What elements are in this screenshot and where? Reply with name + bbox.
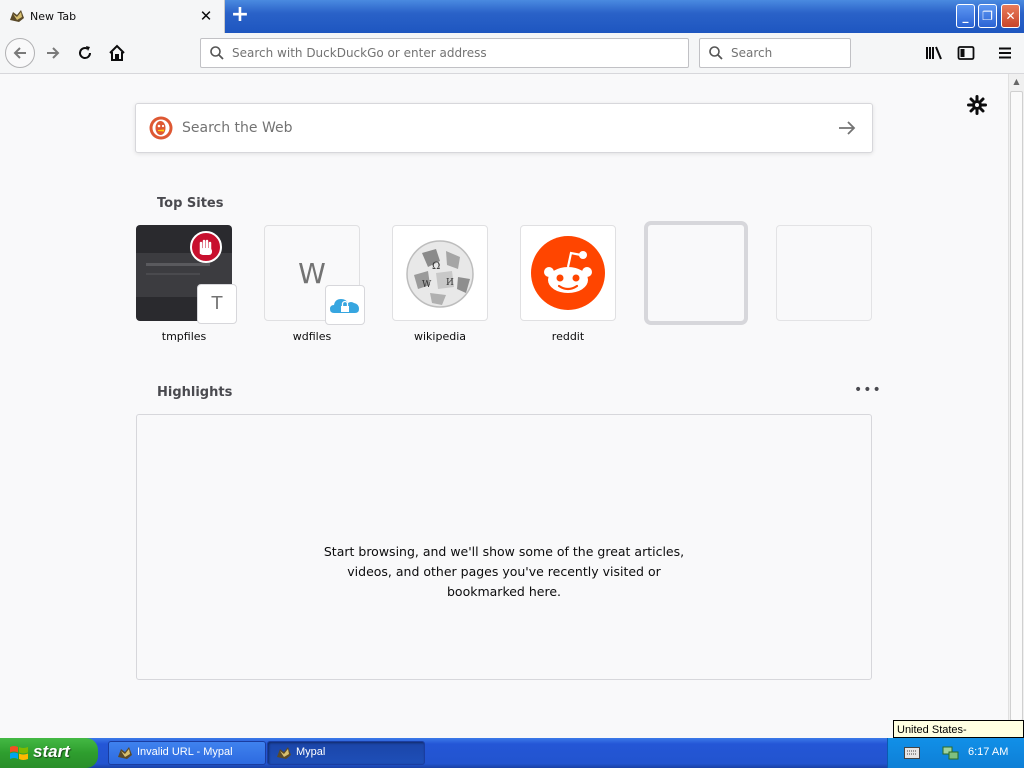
scroll-up-arrow-icon[interactable]: ▲ xyxy=(1009,74,1024,90)
top-site-tile-wdfiles[interactable]: W xyxy=(264,225,365,325)
divider xyxy=(146,273,200,275)
highlights-menu-button[interactable]: ••• xyxy=(854,382,881,398)
close-tab-icon[interactable]: ✕ xyxy=(196,6,216,26)
search-icon xyxy=(210,46,224,60)
tab-title: New Tab xyxy=(30,10,77,23)
cloud-lock-icon xyxy=(330,299,359,313)
top-sites-title: Top Sites xyxy=(157,196,224,211)
web-search-input[interactable] xyxy=(182,104,822,152)
keyboard-icon[interactable] xyxy=(904,747,920,759)
tab-bar: New Tab ✕ + _ ❐ ✕ xyxy=(0,0,1024,33)
gear-icon xyxy=(967,95,987,115)
page-scrollbar[interactable]: ▲ ▼ xyxy=(1008,74,1024,738)
system-tray: 6:17 AM xyxy=(887,738,1024,768)
taskbar-item-invalid-url[interactable]: Invalid URL - Mypal xyxy=(108,741,266,765)
network-icon[interactable] xyxy=(942,745,960,761)
top-site-tile-tmpfiles[interactable]: T xyxy=(136,225,237,324)
top-site-label: wikipedia xyxy=(413,330,466,343)
taskbar-item-label: Invalid URL - Mypal xyxy=(137,746,233,758)
site-badge xyxy=(325,285,365,325)
customize-gear-button[interactable] xyxy=(966,94,988,116)
top-site-label: reddit xyxy=(551,330,585,343)
top-site-tile-reddit[interactable] xyxy=(520,225,616,321)
url-input[interactable] xyxy=(232,39,672,67)
stop-hand-icon xyxy=(190,231,222,263)
taskbar-item-mypal[interactable]: Mypal xyxy=(267,741,425,765)
search-icon xyxy=(709,46,723,60)
url-bar[interactable] xyxy=(200,38,689,68)
close-window-button[interactable]: ✕ xyxy=(1001,4,1020,28)
tab-new-tab[interactable]: New Tab ✕ xyxy=(0,0,225,33)
back-button[interactable] xyxy=(5,38,35,68)
site-letter-badge: T xyxy=(197,284,237,324)
language-tooltip: United States-International xyxy=(893,720,1024,754)
mypal-app-icon xyxy=(118,747,132,759)
forward-button[interactable] xyxy=(38,38,68,68)
top-site-label: tmpfiles xyxy=(161,330,207,343)
windows-flag-icon xyxy=(10,746,28,760)
maximize-button[interactable]: ❐ xyxy=(978,4,997,28)
wikipedia-globe-icon: Ω И W xyxy=(406,240,474,308)
highlights-empty-state: Start browsing, and we'll show some of t… xyxy=(136,414,872,680)
forward-arrow-icon xyxy=(47,47,60,59)
scrollbar-thumb[interactable] xyxy=(1010,91,1023,721)
home-button[interactable] xyxy=(102,38,132,68)
home-icon xyxy=(109,44,125,61)
empty-message-line: Start browsing, and we'll show some of t… xyxy=(323,544,685,559)
divider xyxy=(146,263,210,266)
sidebar-icon xyxy=(957,46,975,60)
reload-button[interactable] xyxy=(70,38,100,68)
sidebar-button[interactable] xyxy=(951,38,981,68)
new-tab-button[interactable]: + xyxy=(229,4,251,27)
top-site-tile-wikipedia[interactable]: Ω И W xyxy=(392,225,488,321)
clock: 6:17 AM xyxy=(968,746,1009,758)
start-label: start xyxy=(33,742,70,761)
svg-text:Ω: Ω xyxy=(432,261,440,272)
start-button[interactable]: start xyxy=(0,738,98,768)
empty-message-line: videos, and other pages you've recently … xyxy=(347,564,661,579)
hamburger-menu-icon xyxy=(999,47,1011,59)
duckduckgo-logo-icon xyxy=(149,116,173,140)
navigation-toolbar xyxy=(0,33,1024,74)
top-site-placeholder-focused[interactable] xyxy=(644,221,748,325)
taskbar: start Invalid URL - Mypal Mypal 6:17 AM xyxy=(0,738,1024,768)
search-input[interactable] xyxy=(731,39,841,67)
mypal-favicon-icon xyxy=(10,10,24,22)
top-site-placeholder[interactable] xyxy=(776,225,872,321)
highlights-empty-message: Start browsing, and we'll show some of t… xyxy=(137,542,871,602)
taskbar-item-label: Mypal xyxy=(296,746,326,758)
menu-button[interactable] xyxy=(990,38,1020,68)
mypal-app-icon xyxy=(277,747,291,759)
reload-icon xyxy=(79,46,92,59)
minimize-button[interactable]: _ xyxy=(956,4,975,28)
reddit-alien-icon xyxy=(531,236,605,310)
search-bar[interactable] xyxy=(699,38,851,68)
svg-text:W: W xyxy=(422,280,432,290)
library-button[interactable] xyxy=(919,38,949,68)
empty-message-line: bookmarked here. xyxy=(447,584,561,599)
svg-text:И: И xyxy=(446,278,454,288)
back-arrow-icon xyxy=(13,47,26,59)
search-go-arrow-icon[interactable] xyxy=(836,118,858,138)
highlights-title: Highlights xyxy=(157,385,233,400)
web-search-box[interactable] xyxy=(135,103,873,153)
top-site-label: wdfiles xyxy=(292,330,332,343)
library-icon xyxy=(926,46,942,60)
